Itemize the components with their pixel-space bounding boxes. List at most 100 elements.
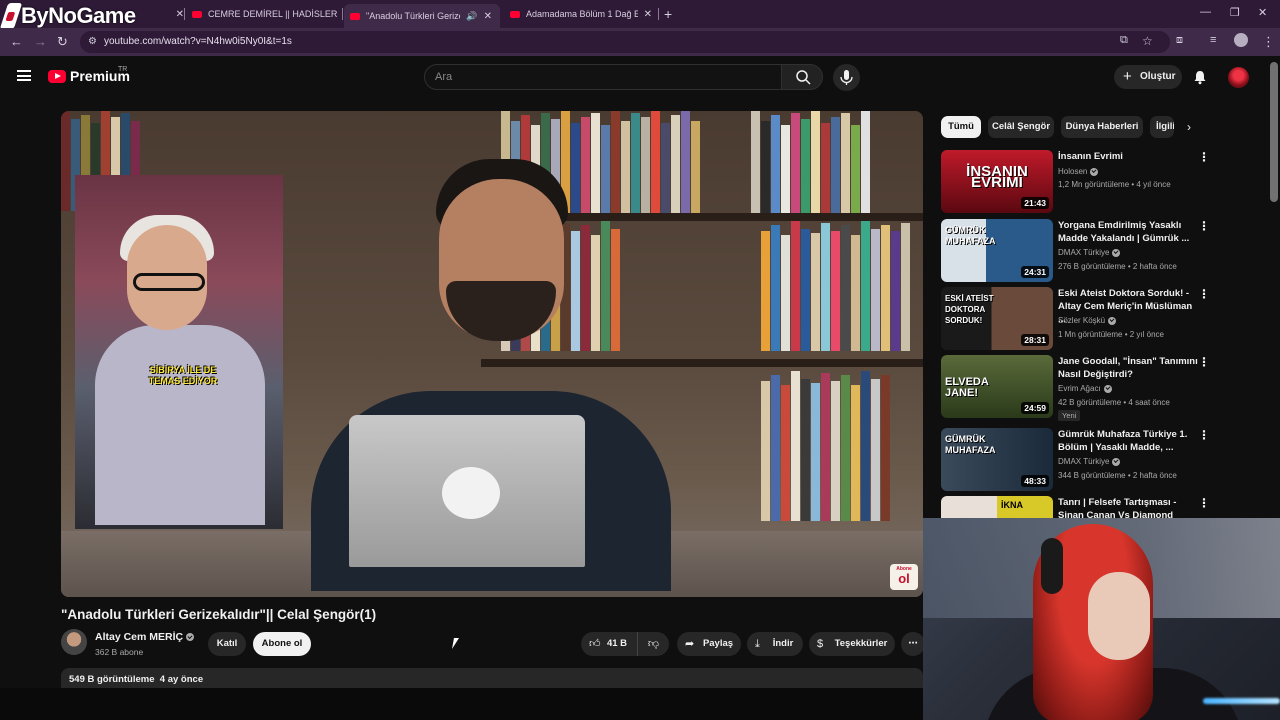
description-box[interactable]: 549 B görüntüleme 4 ay önce — [61, 668, 923, 690]
close-tab-icon[interactable]: ✕ — [176, 9, 184, 20]
duration-badge: 24:59 — [1021, 402, 1049, 414]
extensions-icon[interactable]: ⧈ — [1176, 34, 1183, 47]
restore-icon[interactable]: ❐ — [1230, 6, 1240, 19]
address-bar[interactable]: ⚙ youtube.com/watch?v=N4hw0i5Ny0I&t=1s — [80, 31, 1170, 53]
speaker-icon[interactable]: 🔊 — [466, 11, 477, 22]
recommended-title[interactable]: Yorgana Emdirilmiş Yasaklı Madde Yakalan… — [1058, 219, 1198, 245]
new-badge: Yeni — [1058, 410, 1081, 421]
more-vertical-icon[interactable]: ⋮ — [1198, 219, 1210, 233]
youtube-play-icon — [48, 69, 66, 83]
recommended-video[interactable]: ESKİ ATEİST DOKTORA SORDUK! 28:31 Eski A… — [941, 287, 1216, 351]
youtube-tab-icon — [510, 10, 520, 18]
more-horizontal-icon: ⋯ — [908, 638, 918, 649]
voice-search-button[interactable] — [833, 64, 860, 91]
share-arrow-icon: ➦ — [685, 638, 695, 650]
video-thumbnail[interactable]: İKNA — [941, 496, 1053, 518]
chip-all[interactable]: Tümü — [941, 116, 981, 138]
bookmark-star-icon[interactable]: ☆ — [1142, 34, 1153, 48]
thanks-button[interactable]: $ Teşekkürler — [809, 632, 895, 656]
streamer-webcam — [923, 518, 1280, 720]
video-title: "Anadolu Türkleri Gerizekalıdır"|| Celal… — [61, 607, 377, 622]
join-button[interactable]: Katıl — [208, 632, 246, 656]
more-vertical-icon[interactable]: ⋮ — [1198, 287, 1210, 301]
duration-badge: 28:31 — [1021, 334, 1049, 346]
account-avatar[interactable] — [1228, 67, 1249, 88]
apple-logo-icon — [442, 467, 500, 519]
subscribe-button[interactable]: Abone ol — [253, 632, 311, 656]
recommended-video[interactable]: ELVEDA JANE! 24:59 Jane Goodall, "İnsan"… — [941, 355, 1216, 421]
youtube-premium-logo[interactable]: Premium TR — [48, 66, 130, 84]
more-vertical-icon[interactable]: ⋮ — [1198, 150, 1210, 164]
browser-menu-icon[interactable]: ⋮ — [1262, 34, 1275, 50]
more-actions-button[interactable]: ⋯ — [901, 632, 925, 656]
minimize-icon[interactable]: — — [1200, 6, 1211, 18]
verified-icon — [1108, 316, 1117, 325]
video-thumbnail[interactable]: İNSANIN EVRİMİ 21:43 — [941, 150, 1053, 213]
recommended-channel[interactable]: Evrim Ağacı — [1058, 384, 1112, 393]
video-thumbnail[interactable]: GÜMRÜK MUHAFAZA 48:33 — [941, 428, 1053, 491]
recommended-channel[interactable]: Sözler Köşkü — [1058, 316, 1117, 325]
chip-related[interactable]: İlgili — [1150, 116, 1174, 138]
download-button[interactable]: ⤓ İndir — [747, 632, 803, 656]
cast-icon[interactable]: ⧉ — [1120, 34, 1128, 47]
more-vertical-icon[interactable]: ⋮ — [1198, 355, 1210, 369]
like-button[interactable]: 👍︎ 41 B — [581, 632, 637, 656]
super-thanks-icon: $ — [817, 638, 824, 650]
forward-icon[interactable]: → — [34, 34, 47, 49]
tab-active-video[interactable]: "Anadolu Türkleri Gerizekalı 🔊 ✕ — [344, 4, 500, 28]
browser-tab-bar: ✕ CEMRE DEMİREL || HADİSLER Ü ✕ "Anadolu… — [0, 0, 1280, 28]
recommended-video[interactable]: GÜMRÜK MUHAFAZA 24:31 Yorgana Emdirilmiş… — [941, 219, 1216, 283]
recommended-title[interactable]: Jane Goodall, "İnsan" Tanımını Nasıl Değ… — [1058, 355, 1198, 381]
new-tab-icon[interactable]: + — [664, 6, 672, 22]
site-info-icon[interactable]: ⚙ — [88, 31, 97, 53]
tab-partial[interactable]: ✕ — [132, 4, 184, 24]
profile-icon[interactable] — [1234, 33, 1248, 47]
search-icon — [796, 70, 811, 85]
verified-icon — [1103, 384, 1112, 393]
tab-cemre[interactable]: CEMRE DEMİREL || HADİSLER Ü ✕ — [190, 4, 340, 24]
chevron-right-icon[interactable]: › — [1187, 120, 1191, 134]
back-icon[interactable]: ← — [10, 34, 23, 49]
channel-name[interactable]: Altay Cem MERİÇ — [95, 631, 195, 643]
close-window-icon[interactable]: ✕ — [1258, 6, 1267, 19]
recommended-meta: 42 B görüntüleme • 4 saat önce — [1058, 398, 1170, 407]
recommended-title[interactable]: Tanrı | Felsefe Tartışması - Sinan Canan… — [1058, 496, 1198, 518]
recommended-title[interactable]: İnsanın Evrimi — [1058, 150, 1198, 163]
duration-badge: 21:43 — [1021, 197, 1049, 209]
video-thumbnail[interactable]: ESKİ ATEİST DOKTORA SORDUK! 28:31 — [941, 287, 1053, 350]
reload-icon[interactable]: ↻ — [57, 34, 68, 50]
recommended-video[interactable]: GÜMRÜK MUHAFAZA 48:33 Gümrük Muhafaza Tü… — [941, 428, 1216, 492]
close-tab-icon[interactable]: ✕ — [644, 9, 652, 20]
search-button[interactable] — [781, 64, 823, 90]
chip-celal-sengor[interactable]: Celâl Şengör — [988, 116, 1054, 138]
views-and-date: 549 B görüntüleme 4 ay önce — [69, 674, 204, 685]
channel-avatar[interactable] — [61, 629, 87, 655]
notifications-bell-icon[interactable] — [1192, 69, 1208, 85]
recommended-channel[interactable]: DMAX Türkiye — [1058, 457, 1121, 466]
video-thumbnail[interactable]: ELVEDA JANE! 24:59 — [941, 355, 1053, 418]
subscribe-watermark[interactable]: Abone ol — [890, 564, 918, 590]
recommended-title[interactable]: Gümrük Muhafaza Türkiye 1. Bölüm | Yasak… — [1058, 428, 1198, 454]
chip-world-news[interactable]: Dünya Haberleri — [1061, 116, 1143, 138]
create-button[interactable]: + Oluştur — [1114, 65, 1182, 89]
page-scrollbar[interactable] — [1270, 62, 1278, 202]
close-tab-icon[interactable]: ✕ — [484, 11, 492, 22]
youtube-tab-icon — [192, 10, 202, 18]
recommended-channel[interactable]: Holosen — [1058, 167, 1099, 176]
more-vertical-icon[interactable]: ⋮ — [1198, 496, 1210, 510]
share-button[interactable]: ➦ Paylaş — [677, 632, 741, 656]
recommended-channel[interactable]: DMAX Türkiye — [1058, 248, 1121, 257]
tab-adamadama[interactable]: Adamadama Bölüm 1 Dağ Evi ✕ — [506, 4, 652, 24]
verified-icon — [186, 633, 195, 642]
recommended-video[interactable]: İNSANIN EVRİMİ 21:43 İnsanın Evrimi Holo… — [941, 150, 1216, 214]
hamburger-menu-icon[interactable] — [17, 70, 31, 81]
dislike-button[interactable]: 👎︎ — [637, 632, 669, 656]
video-thumbnail[interactable]: GÜMRÜK MUHAFAZA 24:31 — [941, 219, 1053, 282]
video-player[interactable]: SİBİRYA İLE DE TEMAS EDİYOR Abone ol — [61, 111, 923, 597]
subscriber-count: 362 B abone — [95, 647, 144, 657]
search-input[interactable]: Ara — [424, 64, 782, 90]
logo-text: ByNoGame — [21, 3, 136, 28]
reading-list-icon[interactable]: ≡ — [1210, 34, 1216, 46]
more-vertical-icon[interactable]: ⋮ — [1198, 428, 1210, 442]
recommended-video[interactable]: İKNA Tanrı | Felsefe Tartışması - Sinan … — [941, 496, 1216, 518]
